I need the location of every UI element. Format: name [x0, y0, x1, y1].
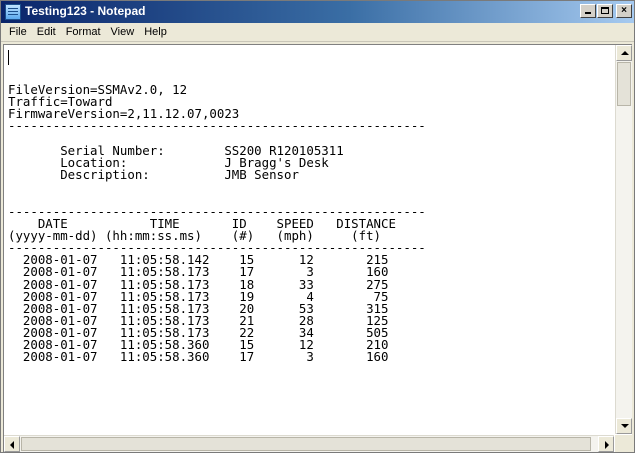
vertical-scroll-thumb[interactable]	[617, 62, 631, 106]
minimize-icon	[585, 12, 591, 14]
minimize-button[interactable]	[580, 4, 596, 18]
maximize-button[interactable]	[597, 4, 613, 18]
document-line: ----------------------------------------…	[8, 118, 426, 134]
text-area[interactable]: FileVersion=SSMAv2.0, 12 Traffic=Toward …	[7, 47, 613, 432]
notepad-app-icon[interactable]	[5, 4, 21, 20]
horizontal-scrollbar[interactable]	[4, 435, 614, 452]
close-button[interactable]: ×	[616, 4, 632, 18]
document-line: Description: JMB Sensor	[8, 167, 299, 183]
maximize-icon	[601, 7, 609, 14]
vertical-scrollbar[interactable]	[615, 45, 632, 434]
scroll-right-button[interactable]	[598, 436, 614, 452]
scroll-up-button[interactable]	[616, 45, 632, 61]
editor-pane[interactable]: FileVersion=SSMAv2.0, 12 Traffic=Toward …	[3, 44, 632, 452]
scroll-down-button[interactable]	[616, 418, 632, 434]
menu-format[interactable]: Format	[61, 24, 106, 41]
window-controls: ×	[579, 4, 632, 18]
title-bar[interactable]: Testing123 - Notepad ×	[1, 1, 634, 23]
scroll-left-button[interactable]	[4, 436, 20, 452]
menu-view[interactable]: View	[106, 24, 140, 41]
window-title: Testing123 - Notepad	[25, 4, 146, 18]
text-caret	[8, 50, 9, 65]
notepad-window: Testing123 - Notepad × File Edit Format …	[0, 0, 635, 453]
down-arrow-icon	[621, 424, 629, 428]
menu-file[interactable]: File	[4, 24, 32, 41]
menu-edit[interactable]: Edit	[32, 24, 61, 41]
horizontal-scroll-thumb[interactable]	[21, 437, 591, 451]
close-icon: ×	[621, 5, 627, 16]
right-arrow-icon	[605, 441, 609, 449]
document-line: 2008-01-07 11:05:58.360 17 3 160	[8, 349, 389, 365]
menu-help[interactable]: Help	[139, 24, 172, 41]
menu-bar: File Edit Format View Help	[1, 23, 634, 42]
up-arrow-icon	[621, 51, 629, 55]
left-arrow-icon	[10, 441, 14, 449]
document-text[interactable]: FileVersion=SSMAv2.0, 12 Traffic=Toward …	[8, 83, 426, 365]
scrollbar-corner	[615, 435, 632, 452]
